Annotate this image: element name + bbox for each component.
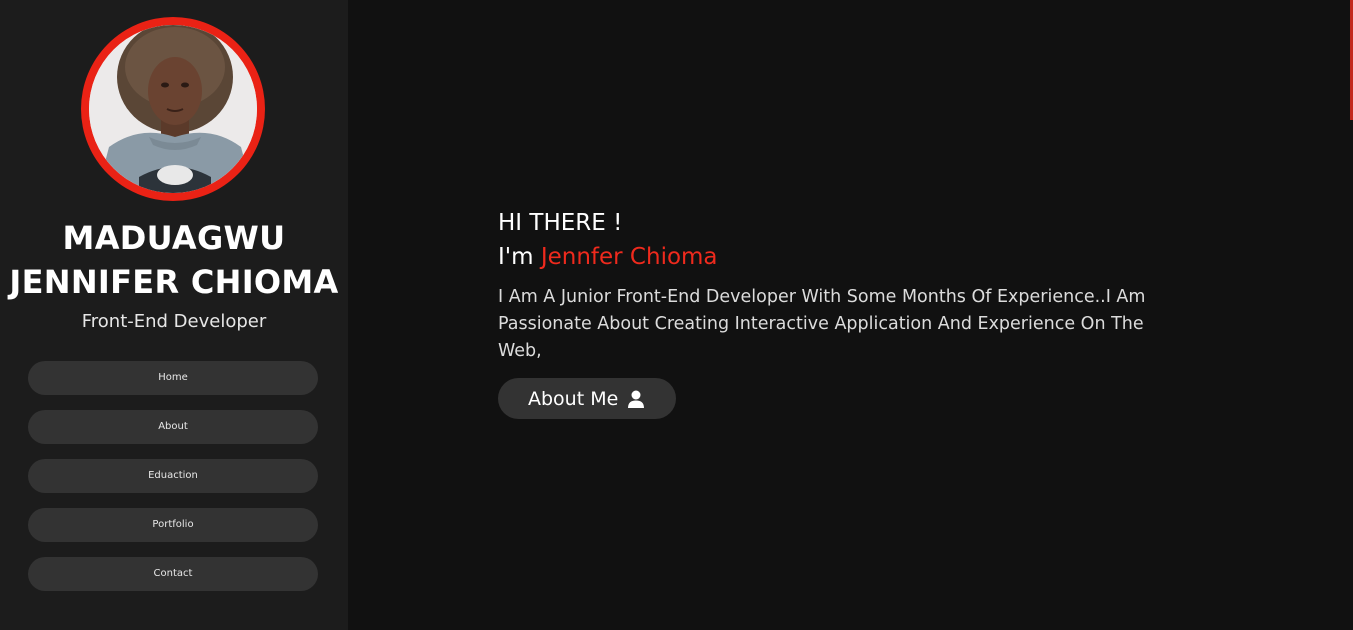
sidebar-nav: Home About Eduaction Portfolio Contact	[28, 361, 318, 606]
user-icon	[628, 390, 645, 408]
nav-item-contact[interactable]: Contact	[28, 557, 318, 591]
profile-name-line1: MADUAGWU	[62, 219, 286, 257]
sidebar: MADUAGWU JENNIFER CHIOMA Front-End Devel…	[0, 0, 348, 630]
nav-item-portfolio[interactable]: Portfolio	[28, 508, 318, 542]
hero-intro-name: Jennfer Chioma	[540, 244, 718, 270]
about-me-button-label: About Me	[528, 387, 619, 410]
profile-name: MADUAGWU JENNIFER CHIOMA	[0, 216, 348, 304]
nav-item-home[interactable]: Home	[28, 361, 318, 395]
profile-photo	[89, 25, 257, 193]
hero-section: HI THERE ! I'm Jennfer Chioma I Am A Jun…	[498, 206, 1198, 419]
hero-intro-prefix: I'm	[498, 244, 541, 270]
profile-name-line2: JENNIFER CHIOMA	[9, 263, 339, 301]
hero-greeting: HI THERE !	[498, 210, 623, 236]
avatar-ring	[81, 17, 265, 201]
profile-role: Front-End Developer	[81, 311, 267, 332]
main-content: HI THERE ! I'm Jennfer Chioma I Am A Jun…	[348, 0, 1353, 630]
about-me-button[interactable]: About Me	[498, 378, 677, 419]
hero-intro: I'm Jennfer Chioma	[498, 240, 1198, 274]
nav-item-education[interactable]: Eduaction	[28, 459, 318, 493]
avatar	[89, 25, 257, 193]
hero-description: I Am A Junior Front-End Developer With S…	[498, 287, 1146, 361]
page: MADUAGWU JENNIFER CHIOMA Front-End Devel…	[0, 0, 1353, 630]
nav-item-about[interactable]: About	[28, 410, 318, 444]
